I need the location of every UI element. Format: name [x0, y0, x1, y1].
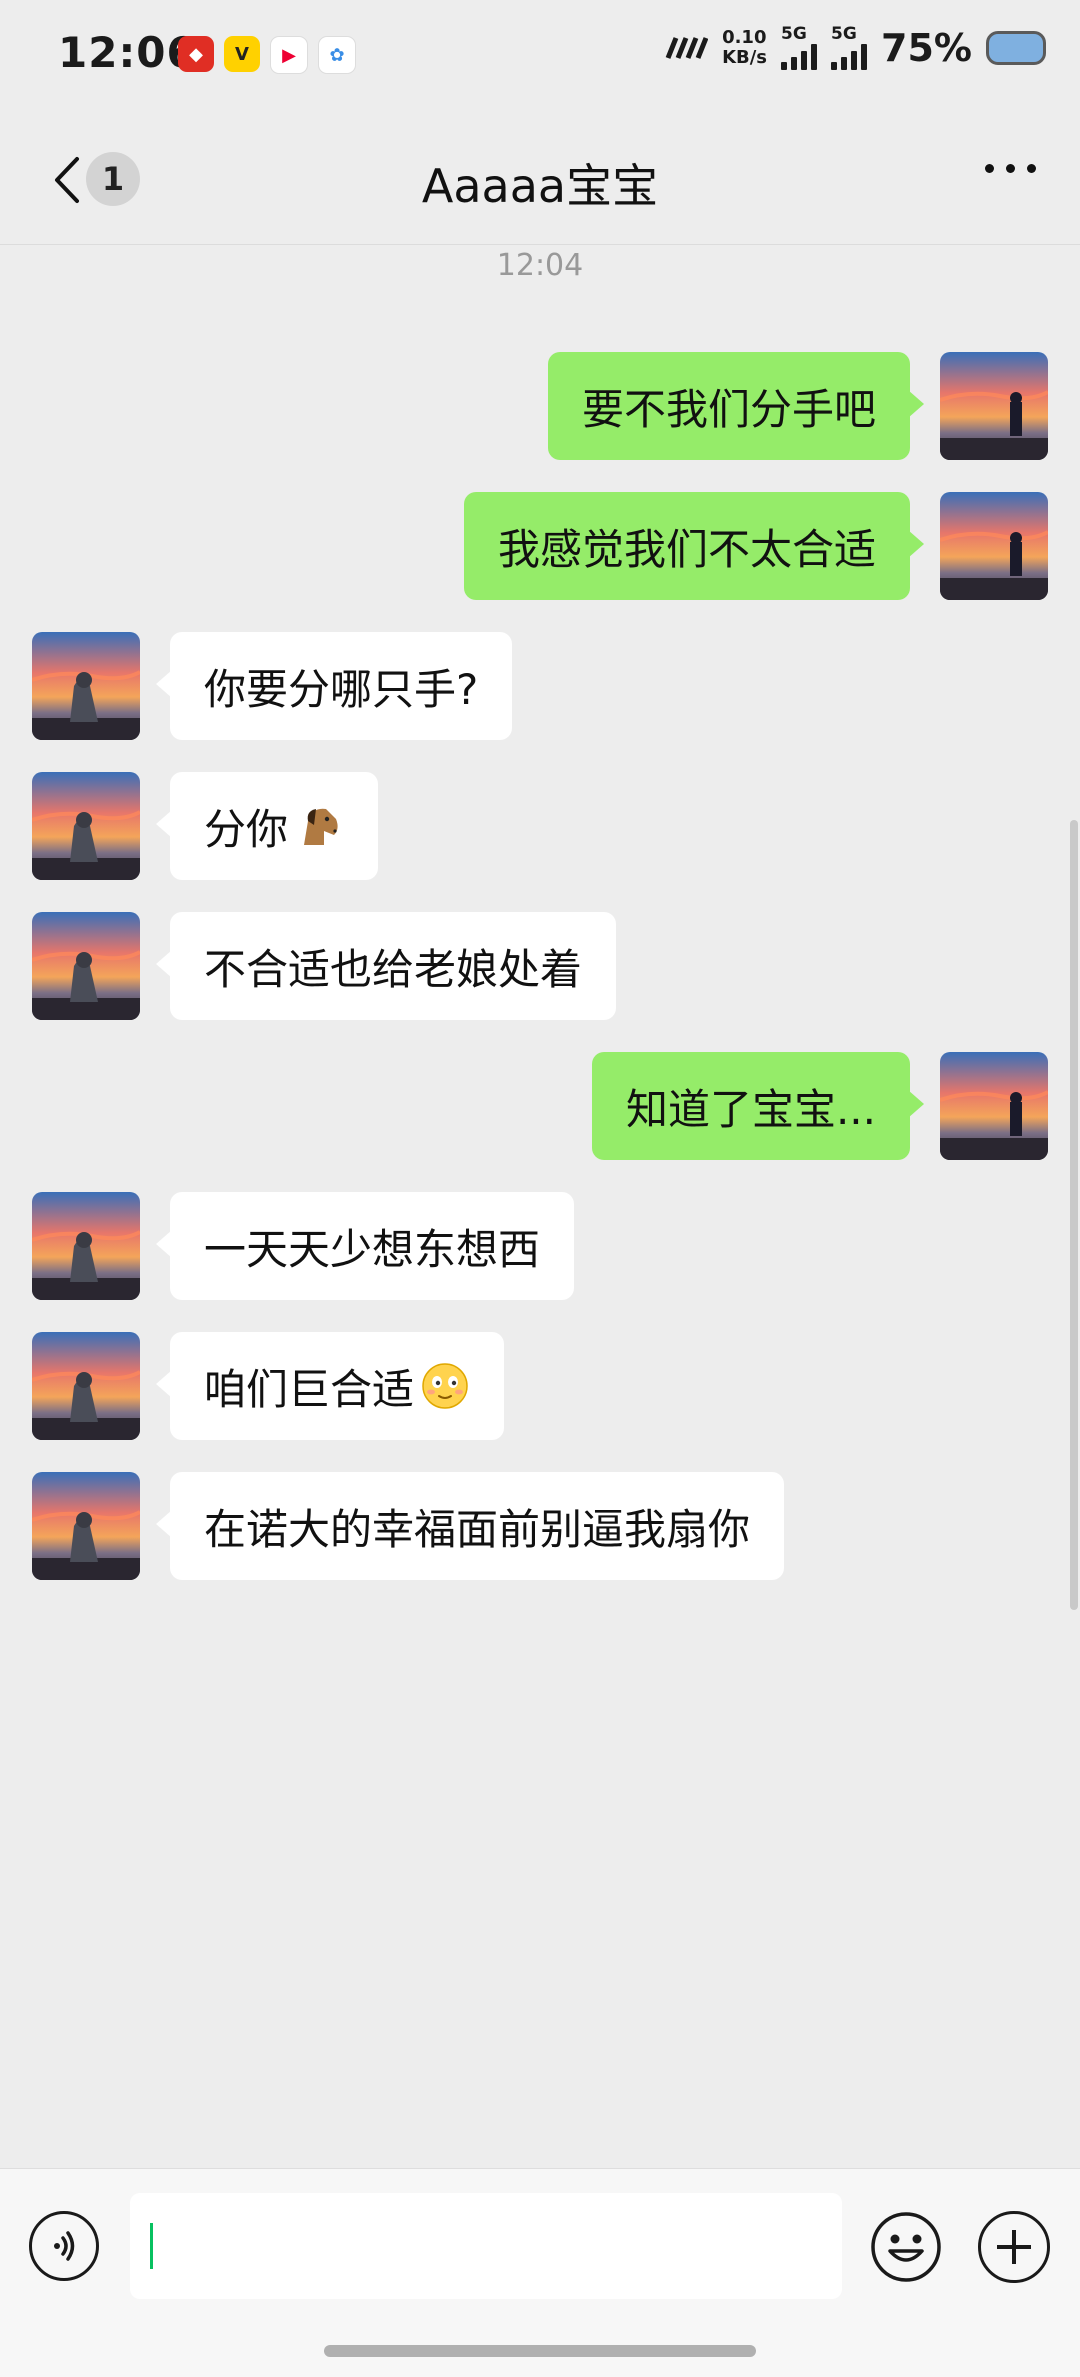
avatar[interactable] [940, 1052, 1048, 1160]
net-speed-value: 0.10 [722, 27, 767, 48]
message-text: 分你 [204, 804, 289, 854]
avatar[interactable] [32, 632, 140, 740]
app-icon: ✿ [318, 36, 356, 74]
horse-face-icon [294, 801, 344, 851]
dot [1006, 164, 1015, 173]
received-message: 在诺大的幸福面前别逼我扇你 [0, 1472, 1080, 1582]
message-bubble[interactable]: 知道了宝宝... [591, 1052, 925, 1160]
message-bubble[interactable]: 咱们巨合适 [155, 1332, 505, 1440]
message-bubble[interactable]: 一天天少想东想西 [155, 1192, 575, 1300]
nfc-icon [665, 37, 709, 59]
sent-message: 要不我们分手吧 [0, 352, 1080, 462]
battery-icon [986, 31, 1046, 65]
message-bubble[interactable]: 要不我们分手吧 [547, 352, 925, 460]
message-text: 要不我们分手吧 [581, 384, 876, 434]
net-speed-unit: KB/s [722, 47, 768, 68]
flushed-smile-icon [420, 1361, 470, 1411]
text-cursor [150, 2223, 153, 2269]
network-type-label: 5G [831, 24, 857, 44]
avatar[interactable] [32, 1332, 140, 1440]
emoji-button[interactable] [870, 2211, 942, 2283]
voice-icon [54, 2231, 75, 2261]
message-bubble[interactable]: 我感觉我们不太合适 [463, 492, 925, 600]
signal-1: 5G [781, 24, 818, 70]
avatar[interactable] [940, 352, 1048, 460]
voice-button[interactable] [29, 2211, 99, 2281]
sent-message: 我感觉我们不太合适 [0, 492, 1080, 602]
input-bar [0, 2168, 1080, 2377]
avatar[interactable] [940, 492, 1048, 600]
scrollbar[interactable] [1070, 820, 1078, 1610]
message-bubble[interactable]: 在诺大的幸福面前别逼我扇你 [155, 1472, 785, 1580]
avatar[interactable] [32, 1472, 140, 1580]
more-options-button[interactable] [985, 164, 1036, 173]
received-message: 你要分哪只手? [0, 632, 1080, 742]
sent-message: 知道了宝宝... [0, 1052, 1080, 1162]
message-input[interactable] [130, 2193, 842, 2299]
dot [985, 164, 994, 173]
dot [1027, 164, 1036, 173]
plus-button[interactable] [978, 2211, 1050, 2283]
message-text: 在诺大的幸福面前别逼我扇你 [204, 1504, 751, 1554]
message-text: 不合适也给老娘处着 [204, 944, 583, 994]
message-text: 知道了宝宝... [625, 1084, 876, 1134]
message-text: 咱们巨合适 [204, 1364, 415, 1414]
emoji-icon [871, 2212, 941, 2282]
pinduoduo-icon: ◆ [178, 36, 214, 72]
notification-icons: ◆ V ▶ ✿ [178, 36, 356, 74]
message-bubble[interactable]: 你要分哪只手? [155, 632, 513, 740]
message-text: 一天天少想东想西 [204, 1224, 541, 1274]
battery-percent: 75% [881, 26, 972, 70]
avatar[interactable] [32, 772, 140, 880]
received-message: 分你 [0, 772, 1080, 882]
home-indicator[interactable] [324, 2345, 756, 2357]
chat-header: 1 Aaaaa宝宝 [0, 120, 1080, 245]
chat-title: Aaaaa宝宝 [421, 159, 659, 213]
status-right: 0.10 KB/s 5G 5G 75% [664, 26, 1046, 70]
signal-bars-icon [831, 42, 868, 70]
app-icon: ▶ [270, 36, 308, 74]
received-message: 一天天少想东想西 [0, 1192, 1080, 1302]
avatar[interactable] [32, 1192, 140, 1300]
network-type-label: 5G [781, 24, 807, 44]
message-bubble[interactable]: 分你 [155, 772, 379, 880]
received-message: 不合适也给老娘处着 [0, 912, 1080, 1022]
message-text: 你要分哪只手? [204, 664, 479, 714]
received-message: 咱们巨合适 [0, 1332, 1080, 1442]
meituan-icon: V [224, 36, 260, 72]
message-text: 我感觉我们不太合适 [497, 524, 876, 574]
net-speed: 0.10 KB/s [722, 28, 767, 68]
message-bubble[interactable]: 不合适也给老娘处着 [155, 912, 617, 1020]
message-timestamp: 12:04 [496, 248, 584, 283]
signal-2: 5G [831, 24, 868, 70]
status-time: 12:06 [58, 28, 197, 77]
status-bar: 12:06 ◆ V ▶ ✿ 0.10 KB/s 5G 5G 75% [0, 0, 1080, 120]
avatar[interactable] [32, 912, 140, 1020]
signal-bars-icon [781, 42, 818, 70]
